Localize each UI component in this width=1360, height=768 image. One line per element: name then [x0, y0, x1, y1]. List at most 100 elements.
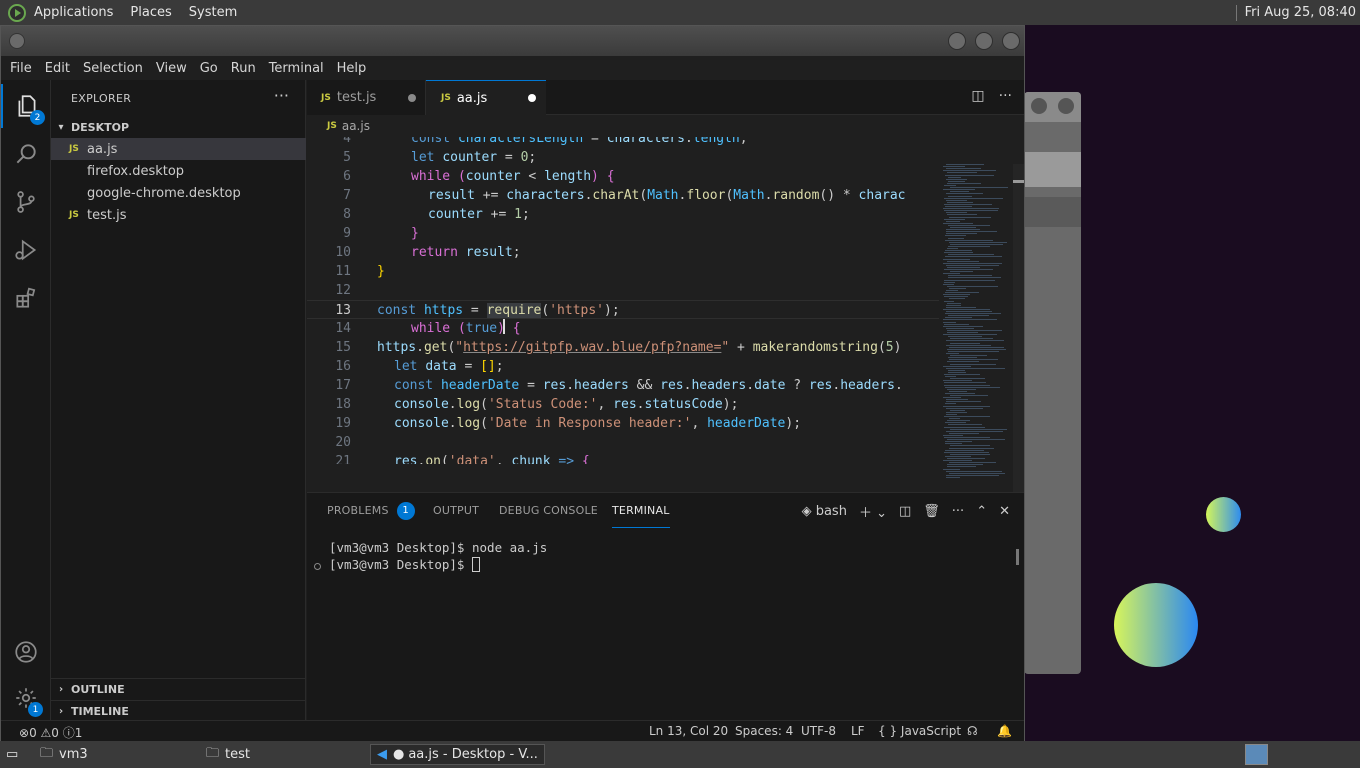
minimize-button[interactable]	[948, 32, 966, 50]
tab-debug-console[interactable]: DEBUG CONSOLE	[499, 493, 598, 528]
language-mode[interactable]: { } JavaScript	[878, 724, 961, 738]
cursor-position[interactable]: Ln 13, Col 20	[649, 724, 728, 738]
menu-edit[interactable]: Edit	[45, 61, 70, 76]
tab-output[interactable]: OUTPUT	[433, 493, 479, 528]
minimap[interactable]	[939, 164, 1013, 492]
trash-icon[interactable]: 🗑	[923, 504, 940, 519]
editor-scrollbar[interactable]	[1013, 164, 1024, 492]
menu-go[interactable]: Go	[200, 61, 218, 76]
modified-dot-icon[interactable]	[528, 94, 536, 102]
code-line-current: 13 const https = require('https');	[307, 300, 939, 319]
minimap-line	[946, 399, 968, 401]
outline-section[interactable]: › OUTLINE	[51, 678, 306, 700]
explorer-activity[interactable]: 2	[1, 84, 51, 128]
problems-status[interactable]: ⊗0 ⚠0 ⓘ1	[19, 724, 82, 741]
minimap-line	[950, 227, 976, 228]
window-titlebar[interactable]	[1, 26, 1024, 56]
terminal-line: [vm3@vm3 Desktop]$ node aa.js	[329, 540, 548, 555]
background-window[interactable]	[1024, 92, 1081, 674]
minimap-line	[944, 185, 956, 186]
modified-dot-icon[interactable]	[408, 94, 416, 102]
more-actions-icon[interactable]: ···	[274, 86, 289, 105]
info-icon: ⓘ	[62, 726, 75, 740]
more-actions-icon[interactable]: ···	[999, 88, 1012, 104]
top-panel: Applications Places System Fri Aug 25, 0…	[0, 0, 1360, 25]
minimap-line	[950, 243, 1003, 245]
minimap-line	[946, 407, 983, 409]
background-window-button[interactable]	[1031, 98, 1047, 114]
tab-problems[interactable]: PROBLEMS 1	[327, 493, 415, 528]
minimap-line	[946, 220, 960, 222]
menu-view[interactable]: View	[156, 61, 187, 76]
run-debug-activity[interactable]	[1, 228, 51, 272]
tab-aa-js[interactable]: JS aa.js	[426, 80, 546, 115]
minimap-line	[943, 325, 983, 327]
task-test[interactable]: 🗀 test	[206, 744, 250, 765]
minimap-line	[947, 329, 1002, 331]
background-window-button[interactable]	[1058, 98, 1074, 114]
minimap-line	[943, 294, 970, 296]
accounts-activity[interactable]	[1, 630, 51, 674]
file-item-google-chrome-desktop[interactable]: google-chrome.desktop	[51, 182, 306, 204]
task-vm3[interactable]: 🗀 vm3	[40, 744, 88, 765]
applications-menu[interactable]: Applications	[34, 5, 113, 20]
chevron-up-icon[interactable]: ⌃	[976, 504, 987, 519]
code-line: 5 let counter = 0;	[343, 150, 537, 165]
timeline-section[interactable]: › TIMELINE	[51, 700, 306, 722]
terminal-scrollbar[interactable]	[1016, 549, 1019, 565]
file-item-aa-js[interactable]: JS aa.js	[51, 138, 306, 160]
breadcrumb-file[interactable]: aa.js	[342, 119, 370, 133]
new-terminal-icon[interactable]: ＋ ⌄	[859, 502, 887, 521]
minimap-line	[944, 451, 989, 453]
clock[interactable]: Fri Aug 25, 08:40	[1245, 5, 1356, 20]
panel-separator	[1235, 4, 1237, 21]
activity-bar: 2 1	[1, 80, 51, 720]
distro-logo-icon[interactable]	[8, 3, 26, 22]
folder-section-desktop[interactable]: ▾ DESKTOP	[51, 116, 306, 138]
menu-run[interactable]: Run	[231, 61, 256, 76]
manage-activity[interactable]: 1	[1, 676, 51, 720]
code-editor[interactable]: 4 const charactersLength = characters.len…	[307, 137, 1024, 464]
encoding[interactable]: UTF-8	[801, 724, 836, 738]
source-control-activity[interactable]	[1, 180, 51, 224]
menu-selection[interactable]: Selection	[83, 61, 143, 76]
split-editor-icon[interactable]: ◫	[971, 88, 984, 104]
minimap-line	[945, 386, 1000, 388]
window-menu-button[interactable]	[9, 33, 25, 49]
indentation[interactable]: Spaces: 4	[735, 724, 793, 738]
minimap-line	[945, 376, 956, 378]
extensions-activity[interactable]	[1, 276, 51, 320]
bell-icon[interactable]: 🔔	[997, 724, 1012, 738]
search-activity[interactable]	[1, 132, 51, 176]
file-item-test-js[interactable]: JS test.js	[51, 204, 306, 226]
system-menu[interactable]: System	[189, 5, 237, 20]
tab-terminal[interactable]: TERMINAL	[612, 493, 670, 528]
feedback-icon[interactable]: ☊	[967, 724, 978, 738]
menu-file[interactable]: File	[10, 61, 32, 76]
close-panel-icon[interactable]: ✕	[999, 504, 1010, 519]
terminal-prompt[interactable]: [vm3@vm3 Desktop]$	[329, 557, 480, 572]
places-menu[interactable]: Places	[130, 5, 171, 20]
terminal-shell-selector[interactable]: ◈ bash	[802, 504, 847, 519]
tab-test-js[interactable]: JS test.js	[307, 80, 426, 115]
folder-icon: 🗀	[206, 745, 220, 761]
menu-help[interactable]: Help	[337, 61, 367, 76]
split-terminal-icon[interactable]: ◫	[899, 504, 911, 519]
minimap-line	[947, 361, 979, 363]
tray-vscode-icon[interactable]	[1245, 744, 1268, 765]
minimap-line	[949, 287, 966, 289]
minimap-line	[943, 468, 960, 470]
terminal-decoration-icon	[314, 563, 321, 570]
line-endings[interactable]: LF	[851, 724, 865, 738]
close-window-button[interactable]	[1002, 32, 1020, 50]
minimap-line	[950, 445, 990, 447]
show-desktop-icon[interactable]: ▭	[6, 744, 18, 765]
task-vscode[interactable]: ◀ ● aa.js - Desktop - V...	[370, 744, 545, 765]
minimap-line	[945, 206, 972, 207]
menu-terminal[interactable]: Terminal	[269, 61, 324, 76]
editor-scrollbar-thumb[interactable]	[1013, 180, 1024, 183]
more-actions-icon[interactable]: ···	[952, 504, 964, 519]
maximize-button[interactable]	[975, 32, 993, 50]
file-item-firefox-desktop[interactable]: firefox.desktop	[51, 160, 306, 182]
background-window-titlebar[interactable]	[1024, 92, 1081, 122]
